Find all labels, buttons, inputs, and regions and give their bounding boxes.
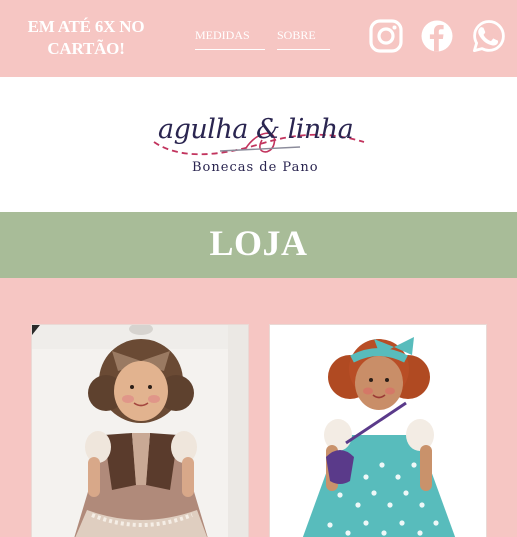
nav-link-medidas[interactable]: MEDIDAS (195, 27, 265, 50)
shop-banner: LOJA (0, 212, 517, 278)
facebook-icon[interactable] (419, 18, 455, 54)
product-card[interactable] (31, 324, 249, 537)
logo-tagline: Bonecas de Pano (192, 160, 319, 175)
page-title: LOJA (209, 223, 308, 263)
product-card[interactable] (269, 324, 487, 537)
brand-logo[interactable]: agulha & linha Bonecas de Pano (150, 112, 370, 184)
instagram-icon[interactable] (368, 18, 404, 54)
whatsapp-icon[interactable] (471, 18, 507, 54)
nav-link-sobre[interactable]: SOBRE (277, 27, 330, 50)
promo-text: EM ATÉ 6X NO CARTÃO! (27, 17, 145, 58)
top-bar: EM ATÉ 6X NO CARTÃO! MEDIDAS SOBRE (0, 0, 517, 77)
product-image-doll-brown (32, 325, 248, 537)
site-header: agulha & linha Bonecas de Pano (0, 77, 517, 212)
logo-script-text: agulha & linha (158, 114, 354, 145)
product-image-doll-turquoise (270, 325, 486, 537)
